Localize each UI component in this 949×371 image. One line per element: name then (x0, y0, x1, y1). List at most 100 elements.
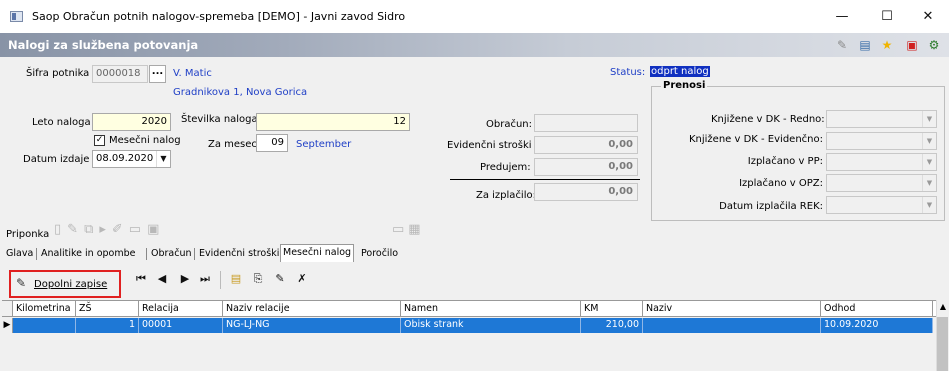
cell-zs[interactable]: 1 (76, 318, 139, 333)
col-zs[interactable]: ZŠ (76, 301, 139, 317)
copy-record-icon[interactable]: ⎘ (250, 272, 266, 286)
close-button[interactable]: ✕ (908, 6, 948, 28)
edit-file-icon[interactable]: ✎ (67, 222, 84, 237)
za-mesec-label: Za mesec (208, 139, 257, 150)
new-record-icon[interactable]: ▤ (228, 272, 244, 285)
cell-km[interactable]: 210,00 (581, 318, 643, 333)
sifra-potnika-field[interactable]: 0000018 (92, 65, 148, 83)
last-record-icon[interactable]: ⏭ (197, 272, 213, 286)
datum-izdaje-field[interactable]: 08.09.2020 ▼ (92, 150, 171, 168)
col-odhod[interactable]: Odhod (821, 301, 933, 317)
tab-obracun[interactable]: Obračun (149, 246, 194, 262)
copy-icon[interactable]: ⧉ (84, 222, 99, 237)
chevron-down-icon[interactable]: ▼ (922, 197, 936, 213)
prenosi-combo-opz[interactable]: ▼ (826, 174, 937, 192)
col-namen[interactable]: Namen (401, 301, 581, 317)
window-titlebar: Saop Obračun potnih nalogov-spremeba [DE… (0, 0, 949, 33)
grid-icon[interactable]: ▤ (858, 38, 872, 52)
priponka-label: Priponka (6, 229, 50, 240)
dopolni-zapise-button[interactable]: Dopolni zapise (34, 279, 107, 290)
browse-button[interactable]: ... (149, 65, 166, 83)
chevron-down-icon[interactable]: ▼ (922, 111, 936, 127)
module-title: Nalogi za službena potovanja (8, 38, 199, 52)
module-header: Nalogi za službena potovanja ✎ ▤ ★ ▣ ⚙ (0, 33, 949, 57)
attach-icon[interactable]: ✐ (112, 222, 129, 237)
tab-porocilo[interactable]: Poročilo (359, 246, 400, 262)
chevron-down-icon[interactable]: ▼ (922, 175, 936, 191)
evidencni-stroski-field[interactable]: 0,00 (534, 136, 638, 154)
prenosi-label-rek: Datum izplačila REK: (719, 201, 823, 212)
mesecni-nalog-checkbox[interactable]: ✓ (94, 135, 105, 146)
stevilka-naloga-label: Številka naloga (181, 114, 258, 125)
scroll-up-icon[interactable]: ▲ (937, 300, 949, 314)
pdf-icon[interactable]: ▣ (905, 38, 919, 52)
prenosi-label-evidencno: Knjižene v DK - Evidenčno: (688, 134, 823, 145)
attachment-toolbar: ▯✎⧉▸✐▭▣ (54, 222, 165, 240)
za-mesec-field[interactable]: 09 (256, 134, 288, 152)
delete-record-icon[interactable]: ✗ (294, 272, 310, 285)
evidencni-stroski-label: Evidenčni stroški : (447, 140, 539, 151)
settings-icon[interactable]: ⚙ (927, 38, 941, 52)
prenosi-combo-pp[interactable]: ▼ (826, 153, 937, 171)
edit-icon[interactable]: ✎ (835, 38, 849, 52)
obracun-field[interactable] (534, 114, 638, 132)
attachment-right-icons: ▭▦ (392, 222, 425, 237)
col-relacija[interactable]: Relacija (139, 301, 223, 317)
minimize-button[interactable]: — (822, 6, 862, 28)
cell-namen[interactable]: Obisk strank (401, 318, 581, 333)
predujem-label: Predujem: (480, 162, 531, 173)
chevron-down-icon[interactable]: ▼ (922, 133, 936, 149)
za-izplacilo-field[interactable]: 0,00 (534, 183, 638, 201)
tab-mesecni-nalog[interactable]: Mesečni nalog (280, 244, 355, 262)
cell-kilometrina[interactable] (13, 318, 76, 333)
window-title: Saop Obračun potnih nalogov-spremeba [DE… (32, 10, 406, 23)
prenosi-combo-redno[interactable]: ▼ (826, 110, 937, 128)
cell-naziv-relacije[interactable]: NG-LJ-NG (223, 318, 401, 333)
new-file-icon[interactable]: ▯ (54, 222, 67, 237)
cell-odhod[interactable]: 10.09.2020 (821, 318, 933, 333)
mesecni-nalog-label: Mesečni nalog (109, 135, 181, 146)
grid-scrollbar-thumb[interactable] (937, 317, 948, 371)
tab-evidencni-stroski[interactable]: Evidenčni stroški (197, 246, 281, 262)
obracun-label: Obračun: (486, 119, 533, 130)
col-naziv[interactable]: Naziv (643, 301, 821, 317)
predujem-field[interactable]: 0,00 (534, 158, 638, 176)
col-km[interactable]: KM (581, 301, 643, 317)
view-icon[interactable]: ▭ (129, 222, 147, 237)
prev-record-icon[interactable]: ◀ (154, 272, 170, 285)
total-separator (450, 179, 640, 180)
cell-relacija[interactable]: 00001 (139, 318, 223, 333)
prenosi-label-pp: Izplačano v PP: (747, 156, 823, 167)
scan-icon[interactable]: ▸ (99, 222, 112, 237)
chevron-down-icon[interactable]: ▼ (156, 151, 170, 167)
prenosi-combo-evidencno[interactable]: ▼ (826, 132, 937, 150)
tab-analitike[interactable]: Analitike in opombe (39, 246, 137, 262)
prenosi-combo-rek[interactable]: ▼ (826, 196, 937, 214)
cell-naziv[interactable] (643, 318, 821, 333)
status-value: odprt nalog (650, 66, 710, 77)
leto-naloga-field[interactable]: 2020 (92, 113, 171, 131)
traveler-name: V. Matic (173, 68, 212, 79)
col-kilometrina[interactable]: Kilometrina (13, 301, 76, 317)
za-mesec-name: September (296, 139, 352, 150)
row-pointer-icon: ▶ (2, 318, 13, 333)
maximize-button[interactable]: ☐ (867, 6, 907, 28)
za-izplacilo-label: Za izplačilo: (476, 190, 536, 201)
prenosi-title: Prenosi (661, 80, 708, 91)
star-icon[interactable]: ★ (880, 38, 894, 52)
import-icon[interactable]: ▭ (392, 222, 408, 237)
leto-naloga-label: Leto naloga (32, 117, 91, 128)
datum-izdaje-value: 08.09.2020 (96, 153, 154, 164)
col-naziv-relacije[interactable]: Naziv relacije (223, 301, 401, 317)
export-icon[interactable]: ▦ (408, 222, 424, 237)
chevron-down-icon[interactable]: ▼ (922, 154, 936, 170)
next-record-icon[interactable]: ▶ (177, 272, 193, 285)
lock-icon[interactable]: ▣ (147, 222, 165, 237)
row-indicator-header (2, 301, 13, 317)
traveler-address: Gradnikova 1, Nova Gorica (173, 87, 308, 98)
tab-glava[interactable]: Glava (4, 246, 35, 262)
stevilka-naloga-field[interactable]: 12 (256, 113, 410, 131)
datum-izdaje-label: Datum izdaje (23, 154, 90, 165)
edit-record-icon[interactable]: ✎ (272, 272, 288, 285)
first-record-icon[interactable]: ⏮ (133, 272, 149, 286)
